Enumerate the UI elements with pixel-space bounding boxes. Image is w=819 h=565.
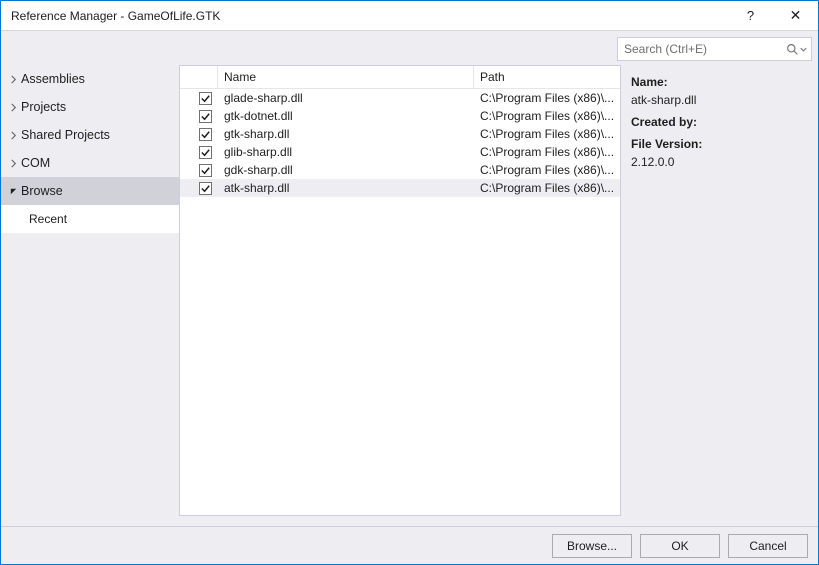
reference-list: Name Path glade-sharp.dllC:\Program File… xyxy=(179,65,621,516)
help-button[interactable]: ? xyxy=(728,1,773,30)
browse-button[interactable]: Browse... xyxy=(552,534,632,558)
nav-item-recent[interactable]: Recent xyxy=(1,205,179,233)
checkbox[interactable] xyxy=(199,110,212,123)
row-path: C:\Program Files (x86)\... xyxy=(474,181,620,195)
row-checkbox-cell xyxy=(180,182,218,195)
search-input[interactable] xyxy=(624,42,786,56)
chevron-right-icon xyxy=(7,157,19,169)
row-name: glib-sharp.dll xyxy=(218,145,474,159)
titlebar: Reference Manager - GameOfLife.GTK ? ✕ xyxy=(1,1,818,31)
checkbox[interactable] xyxy=(199,182,212,195)
list-header: Name Path xyxy=(180,66,620,89)
details-fileversion-value: 2.12.0.0 xyxy=(631,153,808,171)
chevron-down-icon xyxy=(7,185,19,197)
ok-button[interactable]: OK xyxy=(640,534,720,558)
nav-item-assemblies[interactable]: Assemblies xyxy=(1,65,179,93)
nav-label: Recent xyxy=(29,212,67,226)
close-icon: ✕ xyxy=(790,7,802,24)
details-createdby-label: Created by: xyxy=(631,113,808,131)
window-controls: ? ✕ xyxy=(728,1,818,30)
row-name: gdk-sharp.dll xyxy=(218,163,474,177)
details-pane: Name: atk-sharp.dll Created by: File Ver… xyxy=(621,61,818,526)
nav-item-projects[interactable]: Projects xyxy=(1,93,179,121)
list-body: glade-sharp.dllC:\Program Files (x86)\..… xyxy=(180,89,620,515)
dialog-content: Assemblies Projects Shared Projects COM … xyxy=(1,31,818,564)
column-path[interactable]: Path xyxy=(474,66,620,88)
search-icon[interactable] xyxy=(786,43,807,56)
search-row xyxy=(1,31,818,61)
nav-item-com[interactable]: COM xyxy=(1,149,179,177)
row-checkbox-cell xyxy=(180,110,218,123)
details-name-label: Name: xyxy=(631,73,808,91)
checkbox[interactable] xyxy=(199,128,212,141)
row-path: C:\Program Files (x86)\... xyxy=(474,163,620,177)
checkbox[interactable] xyxy=(199,146,212,159)
cancel-button[interactable]: Cancel xyxy=(728,534,808,558)
panes: Assemblies Projects Shared Projects COM … xyxy=(1,61,818,526)
column-check[interactable] xyxy=(180,66,218,88)
row-checkbox-cell xyxy=(180,164,218,177)
category-nav: Assemblies Projects Shared Projects COM … xyxy=(1,61,179,526)
row-checkbox-cell xyxy=(180,128,218,141)
row-name: glade-sharp.dll xyxy=(218,91,474,105)
table-row[interactable]: atk-sharp.dllC:\Program Files (x86)\... xyxy=(180,179,620,197)
chevron-down-icon xyxy=(800,46,807,53)
details-fileversion-label: File Version: xyxy=(631,135,808,153)
chevron-right-icon xyxy=(7,73,19,85)
nav-item-shared-projects[interactable]: Shared Projects xyxy=(1,121,179,149)
row-checkbox-cell xyxy=(180,92,218,105)
nav-item-browse[interactable]: Browse xyxy=(1,177,179,205)
row-path: C:\Program Files (x86)\... xyxy=(474,145,620,159)
checkbox[interactable] xyxy=(199,92,212,105)
row-name: gtk-sharp.dll xyxy=(218,127,474,141)
table-row[interactable]: gdk-sharp.dllC:\Program Files (x86)\... xyxy=(180,161,620,179)
chevron-right-icon xyxy=(7,129,19,141)
table-row[interactable]: glade-sharp.dllC:\Program Files (x86)\..… xyxy=(180,89,620,107)
nav-label: Browse xyxy=(21,184,63,198)
column-name[interactable]: Name xyxy=(218,66,474,88)
nav-label: Projects xyxy=(21,100,66,114)
nav-label: COM xyxy=(21,156,50,170)
row-name: gtk-dotnet.dll xyxy=(218,109,474,123)
checkbox[interactable] xyxy=(199,164,212,177)
row-checkbox-cell xyxy=(180,146,218,159)
details-name-value: atk-sharp.dll xyxy=(631,91,808,109)
chevron-right-icon xyxy=(7,101,19,113)
row-path: C:\Program Files (x86)\... xyxy=(474,91,620,105)
search-box[interactable] xyxy=(617,37,812,61)
row-path: C:\Program Files (x86)\... xyxy=(474,109,620,123)
table-row[interactable]: gtk-sharp.dllC:\Program Files (x86)\... xyxy=(180,125,620,143)
nav-label: Assemblies xyxy=(21,72,85,86)
close-button[interactable]: ✕ xyxy=(773,1,818,30)
nav-label: Shared Projects xyxy=(21,128,110,142)
dialog-footer: Browse... OK Cancel xyxy=(1,526,818,564)
window-title: Reference Manager - GameOfLife.GTK xyxy=(11,9,728,23)
table-row[interactable]: gtk-dotnet.dllC:\Program Files (x86)\... xyxy=(180,107,620,125)
table-row[interactable]: glib-sharp.dllC:\Program Files (x86)\... xyxy=(180,143,620,161)
row-path: C:\Program Files (x86)\... xyxy=(474,127,620,141)
row-name: atk-sharp.dll xyxy=(218,181,474,195)
